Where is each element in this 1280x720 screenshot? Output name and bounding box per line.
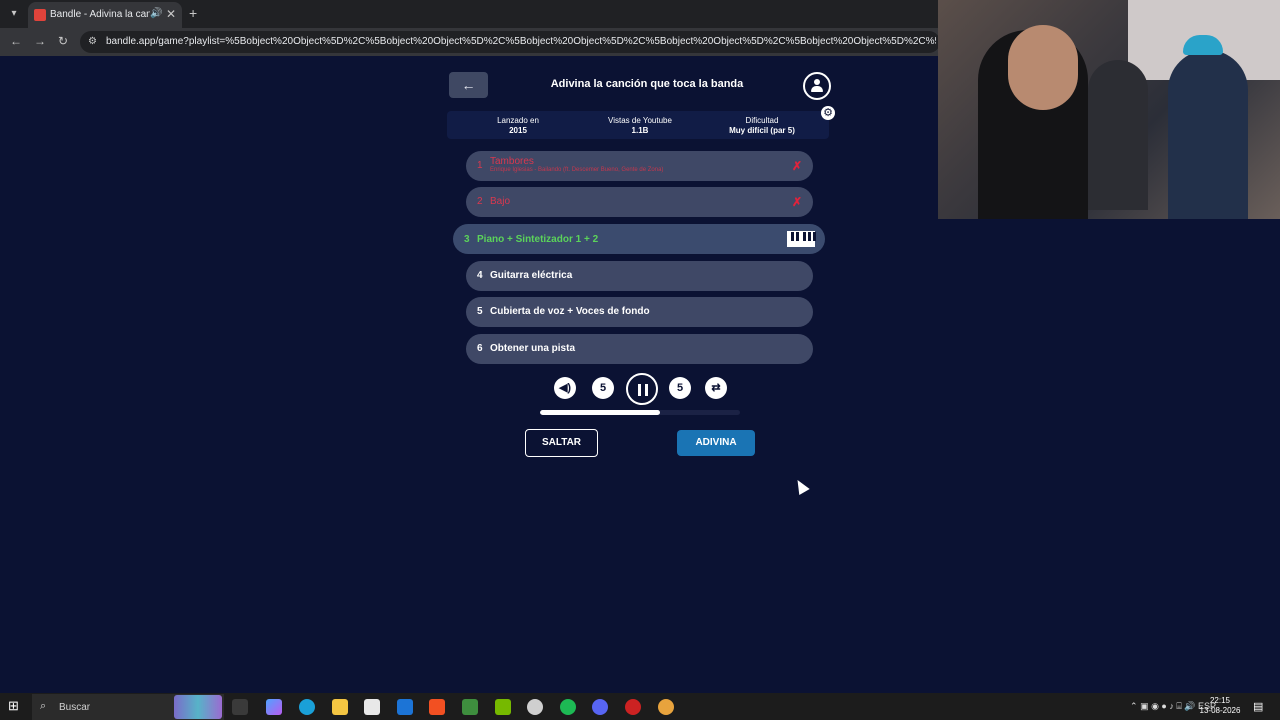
close-tab-icon[interactable]: ✕ [166,7,176,21]
store-icon[interactable] [364,699,380,715]
task-view-icon[interactable] [232,699,248,715]
brave-icon[interactable] [429,699,445,715]
track-item-4: 4 Guitarra eléctrica [466,261,813,291]
windows-start-icon[interactable]: ⊞ [8,699,22,713]
webcam-cap [1183,35,1223,55]
edge-icon[interactable] [299,699,315,715]
new-tab-button[interactable]: + [189,5,197,21]
settings-gear-icon[interactable] [527,699,543,715]
guess-button[interactable]: ADIVINA [677,430,755,456]
song-info-bar: Lanzado en 2015 Vistas de Youtube 1.1B D… [447,111,829,139]
game-title: Adivina la canción que toca la banda [550,78,744,90]
mail-icon[interactable] [397,699,413,715]
playback-progress-fill [540,410,660,415]
file-explorer-icon[interactable] [332,699,348,715]
wrong-x-icon: ✗ [792,159,803,173]
back-arrow-icon[interactable]: ← [10,34,22,48]
track-item-3: 3 Piano + Sintetizador 1 + 2 [453,224,825,254]
site-info-icon[interactable]: ⚙ [88,36,97,47]
reload-icon[interactable]: ↻ [58,34,68,48]
search-icon: ⌕ [40,700,47,712]
clock[interactable]: 22:15 13-08-2026 [1198,696,1242,716]
forward-5-button[interactable]: 5 [669,377,691,399]
browser-tab[interactable]: Bandle - Adivina la canción 🔊 ✕ [28,2,182,28]
spotify-icon[interactable] [560,699,576,715]
hint-item[interactable]: 6 Obtener una pista [466,334,813,364]
webcam-person-front-head [1008,25,1078,110]
gear-icon[interactable]: ⚙ [821,106,835,120]
search-placeholder: Buscar [59,702,91,713]
info-released: Lanzado en 2015 [497,116,539,135]
piano-icon [787,231,816,247]
skip-button[interactable]: SALTAR [525,429,598,457]
address-bar[interactable]: ⚙ bandle.app/game?playlist=%5Bobject%20O… [80,31,940,53]
speaker-icon[interactable]: 🔊 [150,8,162,19]
info-youtube-views: Vistas de Youtube 1.1B [608,116,672,135]
wrong-x-icon: ✗ [792,195,803,209]
discord-icon[interactable] [592,699,608,715]
taskbar-search[interactable]: ⌕ Buscar [32,694,224,720]
wrong-guess-text: Enrique Iglesias - Bailando (ft. Desceme… [490,167,664,173]
back-button[interactable]: ← [449,72,488,98]
pause-button[interactable] [626,373,658,405]
bandle-favicon-icon [34,9,46,21]
mouse-cursor [792,476,810,496]
playback-progress-bar[interactable] [540,410,740,415]
notification-icon[interactable]: ▤ [1253,700,1263,713]
forward-arrow-icon[interactable]: → [34,34,46,48]
copilot-icon[interactable] [266,699,282,715]
user-icon [814,79,820,85]
webcam-overlay [938,0,1280,219]
tab-title: Bandle - Adivina la canción [50,9,150,20]
webcam-person-middle [1088,60,1148,210]
nvidia-icon[interactable] [495,699,511,715]
rewind-5-button[interactable]: 5 [592,377,614,399]
chrome-icon[interactable] [658,699,674,715]
profile-button[interactable] [803,72,831,100]
app-icon[interactable] [462,699,478,715]
track-item-5: 5 Cubierta de voz + Voces de fondo [466,297,813,327]
volume-icon[interactable]: ◀) [554,377,576,399]
info-difficulty: Dificultad Muy difícil (par 5) [729,116,795,135]
obs-icon[interactable] [625,699,641,715]
webcam-person-right [1168,50,1248,219]
track-item-1: 1 Tambores Enrique Iglesias - Bailando (… [466,151,813,181]
loop-off-icon[interactable]: ⇄ [705,377,727,399]
playback-controls: ◀) 5 5 ⇄ [553,373,733,405]
game-header: ← Adivina la canción que toca la banda [446,70,832,100]
track-item-2: 2 Bajo ✗ [466,187,813,217]
search-highlight-image [174,695,222,719]
url-text[interactable]: bandle.app/game?playlist=%5Bobject%20Obj… [106,36,936,47]
windows-taskbar: ⊞ ⌕ Buscar ⌃ ▣ ◉ ● ♪ ⌸ 🔊 ESP 22:15 13-08… [0,693,1280,720]
tab-list-chevron-icon[interactable]: ▾ [6,6,22,22]
